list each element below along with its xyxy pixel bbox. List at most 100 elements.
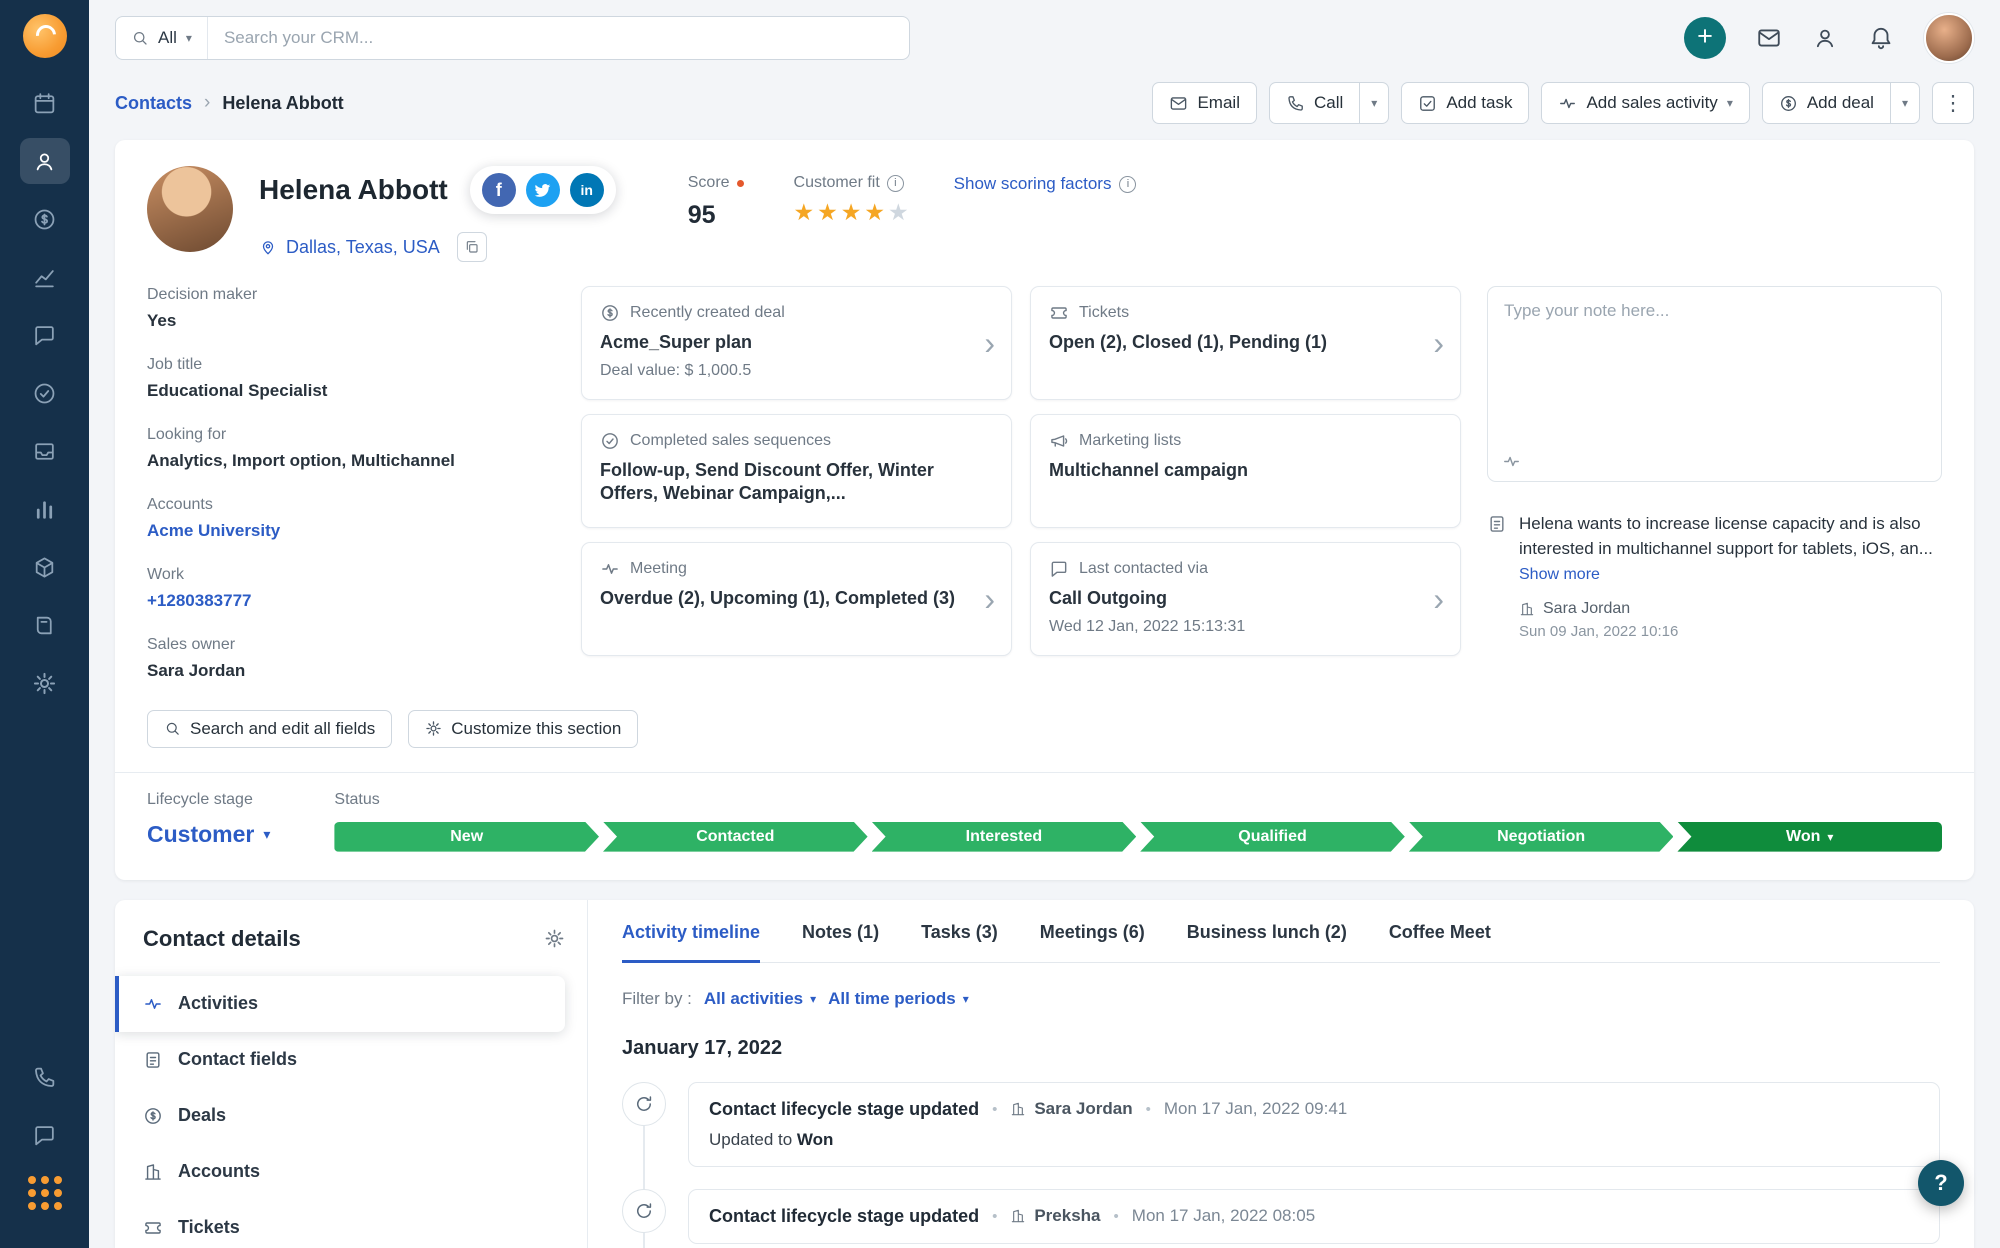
card-title: Meeting	[630, 560, 687, 577]
help-button[interactable]: ?	[1918, 1160, 1964, 1206]
call-button-label: Call	[1313, 93, 1344, 112]
call-button[interactable]: Call	[1268, 82, 1361, 124]
pipeline-stage[interactable]: Contacted	[603, 822, 868, 852]
pipeline-stage[interactable]: Qualified	[1140, 822, 1405, 852]
sidebar-item-support[interactable]	[20, 1112, 70, 1158]
details-settings-button[interactable]	[544, 928, 565, 949]
tickets-card[interactable]: Tickets Open (2), Closed (1), Pending (1…	[1030, 286, 1461, 400]
search-edit-fields-button[interactable]: Search and edit all fields	[147, 709, 393, 748]
field-looking-for: Looking for Analytics, Import option, Mu…	[147, 426, 555, 473]
meeting-card[interactable]: Meeting Overdue (2), Upcoming (1), Compl…	[581, 542, 1012, 656]
tab-activity-timeline[interactable]: Activity timeline	[622, 922, 761, 963]
sidebar-item-documents[interactable]	[20, 602, 70, 648]
sidebar-item-products[interactable]	[20, 544, 70, 590]
tab-tasks[interactable]: Tasks (3)	[921, 922, 998, 963]
lifecycle-section: Lifecycle stage Customer ▾ Status New Co…	[115, 771, 1974, 880]
filter-label: Filter by :	[622, 988, 692, 1008]
quick-add-button[interactable]: +	[1684, 17, 1726, 59]
contact-avatar[interactable]	[147, 166, 233, 252]
star-icon: ★	[864, 199, 889, 225]
pipeline-stage-won[interactable]: Won ▾	[1677, 821, 1943, 852]
chevron-right-icon[interactable]: ›	[1433, 327, 1444, 359]
email-inbox-button[interactable]	[1756, 25, 1782, 51]
facebook-icon[interactable]: f	[481, 173, 516, 207]
add-deal-dropdown-button[interactable]: ▾	[1890, 82, 1920, 124]
timeline-entry-card[interactable]: Contact lifecycle stage updated • Preksh…	[688, 1188, 1940, 1244]
add-deal-button[interactable]: Add deal	[1761, 82, 1891, 124]
pipeline-stage[interactable]: Interested	[872, 822, 1137, 852]
show-scoring-factors-link[interactable]: Show scoring factors i	[954, 166, 1137, 194]
search-input[interactable]	[207, 28, 909, 48]
sidebar-item-apps[interactable]	[20, 1170, 70, 1216]
chevron-right-icon[interactable]: ›	[984, 327, 995, 359]
details-item-activities[interactable]: Activities	[115, 975, 565, 1032]
info-icon[interactable]: i	[886, 174, 904, 192]
tab-notes[interactable]: Notes (1)	[802, 922, 879, 963]
details-item-tickets[interactable]: Tickets	[115, 1200, 565, 1248]
sales-sequences-card[interactable]: Completed sales sequences Follow-up, Sen…	[581, 414, 1012, 528]
sidebar-item-conversations[interactable]	[20, 312, 70, 358]
time-period-filter-dropdown[interactable]: All time periods ▾	[828, 989, 969, 1009]
fields-icon	[143, 1050, 163, 1070]
add-task-button[interactable]: Add task	[1401, 82, 1530, 124]
chevron-right-icon: ›	[204, 92, 211, 113]
marketing-lists-card[interactable]: Marketing lists Multichannel campaign	[1030, 414, 1461, 528]
tab-business-lunch[interactable]: Business lunch (2)	[1187, 922, 1347, 963]
more-actions-button[interactable]: ⋮	[1932, 82, 1974, 124]
show-more-link[interactable]: Show more	[1519, 566, 1942, 584]
details-item-accounts[interactable]: Accounts	[115, 1144, 565, 1200]
sidebar-item-reports[interactable]	[20, 486, 70, 532]
details-item-deals[interactable]: Deals	[115, 1088, 565, 1144]
details-item-label: Accounts	[178, 1161, 261, 1182]
freshworks-logo[interactable]	[22, 14, 67, 58]
field-label: Looking for	[147, 425, 227, 443]
pipeline-stage[interactable]: New	[334, 822, 599, 852]
note-input[interactable]	[1488, 287, 1941, 439]
add-deal-button-group: Add deal ▾	[1761, 82, 1920, 124]
recent-deal-card[interactable]: Recently created deal Acme_Super plan De…	[581, 286, 1012, 400]
account-link[interactable]: Acme University	[147, 520, 555, 543]
field-label: Decision maker	[147, 286, 258, 303]
customize-section-button[interactable]: Customize this section	[408, 709, 639, 748]
notes-panel: Helena wants to increase license capacit…	[1487, 286, 1942, 706]
sidebar-item-calendar[interactable]	[20, 80, 70, 126]
envelope-icon	[1169, 94, 1188, 113]
user-avatar[interactable]	[1924, 13, 1974, 63]
chevron-right-icon[interactable]: ›	[1433, 583, 1444, 615]
documents-icon	[32, 613, 57, 638]
tab-meetings[interactable]: Meetings (6)	[1040, 922, 1145, 963]
pipeline-stage[interactable]: Negotiation	[1409, 822, 1674, 852]
info-icon: i	[1119, 175, 1137, 193]
activities-filter-dropdown[interactable]: All activities ▾	[704, 989, 816, 1009]
last-contacted-card[interactable]: Last contacted via Call Outgoing Wed 12 …	[1030, 542, 1461, 656]
timeline-entry-time: Mon 17 Jan, 2022 09:41	[1163, 1099, 1348, 1119]
contact-location-link[interactable]: Dallas, Texas, USA	[286, 237, 440, 258]
linkedin-icon[interactable]: in	[569, 173, 604, 207]
card-value: Follow-up, Send Discount Offer, Winter O…	[600, 460, 934, 504]
lifecycle-stage-dropdown[interactable]: Customer ▾	[147, 821, 270, 848]
sidebar-item-inbox[interactable]	[20, 428, 70, 474]
twitter-icon[interactable]	[525, 173, 560, 207]
phone-link[interactable]: +1280383777	[147, 590, 555, 613]
call-dropdown-button[interactable]: ▾	[1360, 82, 1390, 124]
chevron-right-icon[interactable]: ›	[984, 583, 995, 615]
sidebar-item-deals[interactable]	[20, 196, 70, 242]
add-sales-activity-button[interactable]: Add sales activity ▾	[1541, 82, 1750, 124]
search-scope-dropdown[interactable]: All ▾	[116, 17, 208, 59]
sidebar-item-contacts[interactable]	[19, 138, 70, 184]
notifications-button[interactable]	[1868, 25, 1894, 51]
sidebar-item-analytics[interactable]	[20, 254, 70, 300]
contact-header: Helena Abbott f in Dallas, Texas, USA Sc…	[147, 166, 1942, 262]
sidebar-item-phone[interactable]	[20, 1054, 70, 1100]
breadcrumb-contacts-link[interactable]: Contacts	[115, 93, 192, 114]
timeline-entry-card[interactable]: Contact lifecycle stage updated • Sara J…	[688, 1081, 1940, 1167]
sidebar-item-settings[interactable]	[20, 660, 70, 706]
details-item-contact-fields[interactable]: Contact fields	[115, 1032, 565, 1088]
email-button[interactable]: Email	[1152, 82, 1257, 124]
leads-button[interactable]	[1812, 25, 1838, 51]
tab-coffee-meet[interactable]: Coffee Meet	[1389, 922, 1491, 963]
call-button-group: Call ▾	[1268, 82, 1390, 124]
sidebar-item-campaigns[interactable]	[20, 370, 70, 416]
copy-button[interactable]	[456, 232, 487, 262]
star-rating: ★★★★★	[794, 201, 912, 224]
